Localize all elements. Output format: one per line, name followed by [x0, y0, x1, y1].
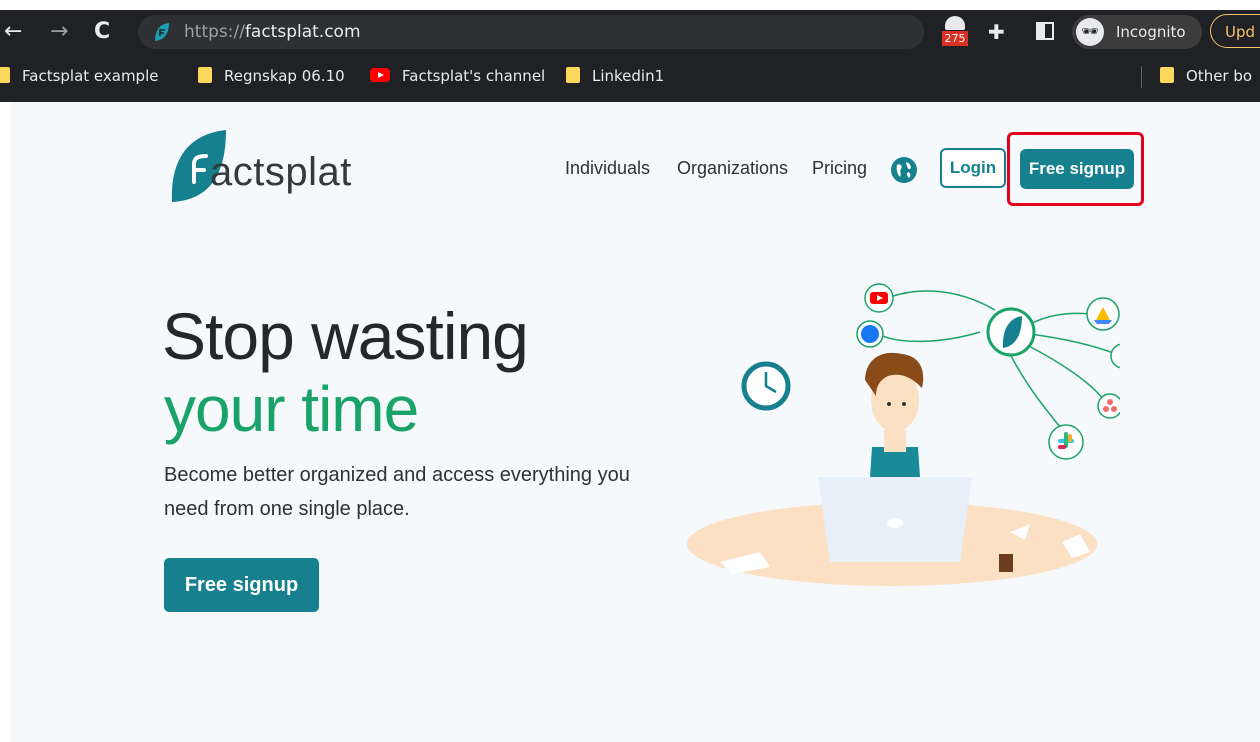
page-content: actsplat Individuals Organizations Prici… — [10, 102, 1260, 742]
incognito-icon: 🕶 — [1076, 18, 1104, 46]
folder-icon — [0, 67, 10, 83]
extension-badge-icon[interactable]: 275 — [942, 16, 968, 48]
update-button[interactable]: Upd — [1210, 14, 1260, 48]
hero-heading-line1: Stop wasting — [162, 299, 529, 373]
folder-icon — [566, 67, 580, 83]
google-drive-app-icon — [1086, 297, 1120, 331]
factsplat-favicon-icon — [155, 23, 169, 41]
highlight-annotation — [1007, 132, 1144, 206]
youtube-app-icon — [864, 283, 894, 313]
facebook-app-icon — [856, 320, 884, 348]
hero-subtitle: Become better organized and access every… — [164, 464, 630, 520]
extension-badge-count: 275 — [942, 31, 968, 46]
puzzle-extensions-icon[interactable]: ✚ — [988, 20, 1005, 44]
nav-pricing[interactable]: Pricing — [812, 158, 867, 179]
coffee-cup-icon — [999, 554, 1013, 572]
asana-app-icon — [1097, 393, 1120, 419]
nav-individuals[interactable]: Individuals — [565, 158, 650, 179]
url-text: https://factsplat.com — [184, 22, 361, 42]
nav-organizations[interactable]: Organizations — [677, 158, 788, 179]
globe-language-icon[interactable] — [891, 157, 917, 183]
other-bookmarks-label: Other bo — [1186, 67, 1253, 85]
incognito-label: Incognito — [1116, 23, 1186, 41]
bookmark-linkedin1[interactable]: Linkedin1 — [566, 67, 664, 85]
login-button[interactable]: Login — [940, 148, 1006, 188]
bookmark-regnskap[interactable]: Regnskap 06.10 — [198, 67, 345, 85]
url-host: factsplat.com — [244, 22, 361, 42]
logo-text: actsplat — [210, 150, 352, 194]
hero-heading-line2: your time — [164, 373, 419, 445]
bookmark-label: Regnskap 06.10 — [224, 67, 345, 85]
browser-toolbar: ← → C https://factsplat.com 275 ✚ 🕶 Inco… — [0, 10, 1260, 54]
forward-arrow-icon[interactable]: → — [50, 20, 68, 44]
side-panel-icon[interactable] — [1036, 22, 1054, 40]
bookmark-factsplat-channel[interactable]: Factsplat's channel — [370, 67, 545, 85]
back-arrow-icon[interactable]: ← — [4, 20, 22, 44]
folder-icon — [198, 67, 212, 83]
other-bookmarks[interactable]: Other bo — [1160, 67, 1252, 85]
incognito-indicator[interactable]: 🕶 Incognito — [1072, 15, 1202, 49]
youtube-icon — [370, 68, 390, 82]
folder-icon — [1160, 67, 1174, 83]
hero-illustration — [687, 283, 1120, 586]
address-bar[interactable]: https://factsplat.com — [138, 15, 924, 49]
bookmark-label: Factsplat example — [22, 67, 159, 85]
linkedin-app-icon — [1110, 343, 1120, 369]
bookmarks-divider — [1141, 66, 1142, 88]
slack-app-icon — [1048, 424, 1084, 460]
bookmark-label: Linkedin1 — [592, 67, 665, 85]
reload-icon[interactable]: C — [94, 20, 110, 44]
bookmarks-bar: Factsplat example Regnskap 06.10 Factspl… — [0, 54, 1260, 102]
free-signup-hero-button[interactable]: Free signup — [164, 558, 319, 612]
bookmark-label: Factsplat's channel — [402, 67, 546, 85]
bookmark-factsplat-example[interactable]: Factsplat example — [0, 67, 158, 85]
url-scheme: https:// — [184, 22, 245, 42]
